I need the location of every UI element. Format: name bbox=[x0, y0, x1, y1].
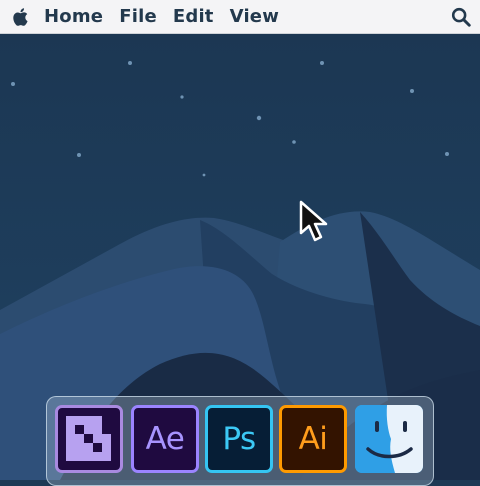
photoshop-label: Ps bbox=[222, 421, 256, 457]
apple-logo-icon[interactable] bbox=[10, 6, 32, 28]
dock-app-finder[interactable] bbox=[355, 405, 423, 473]
menu-view[interactable]: View bbox=[230, 6, 279, 27]
mouse-pointer-icon bbox=[299, 200, 328, 242]
dock: Ae Ps Ai bbox=[46, 396, 434, 486]
media-encoder-icon bbox=[66, 416, 111, 461]
illustrator-label: Ai bbox=[298, 421, 328, 457]
menu-home[interactable]: Home bbox=[44, 6, 103, 27]
dock-app-media-encoder[interactable] bbox=[55, 405, 123, 473]
menu-file[interactable]: File bbox=[119, 6, 157, 27]
dock-app-after-effects[interactable]: Ae bbox=[131, 405, 199, 473]
finder-icon bbox=[355, 405, 423, 473]
dock-app-photoshop[interactable]: Ps bbox=[205, 405, 273, 473]
search-icon[interactable] bbox=[450, 6, 472, 28]
dock-app-illustrator[interactable]: Ai bbox=[279, 405, 347, 473]
menu-bar: Home File Edit View bbox=[0, 0, 480, 34]
after-effects-label: Ae bbox=[145, 421, 185, 457]
menu-edit[interactable]: Edit bbox=[173, 6, 214, 27]
